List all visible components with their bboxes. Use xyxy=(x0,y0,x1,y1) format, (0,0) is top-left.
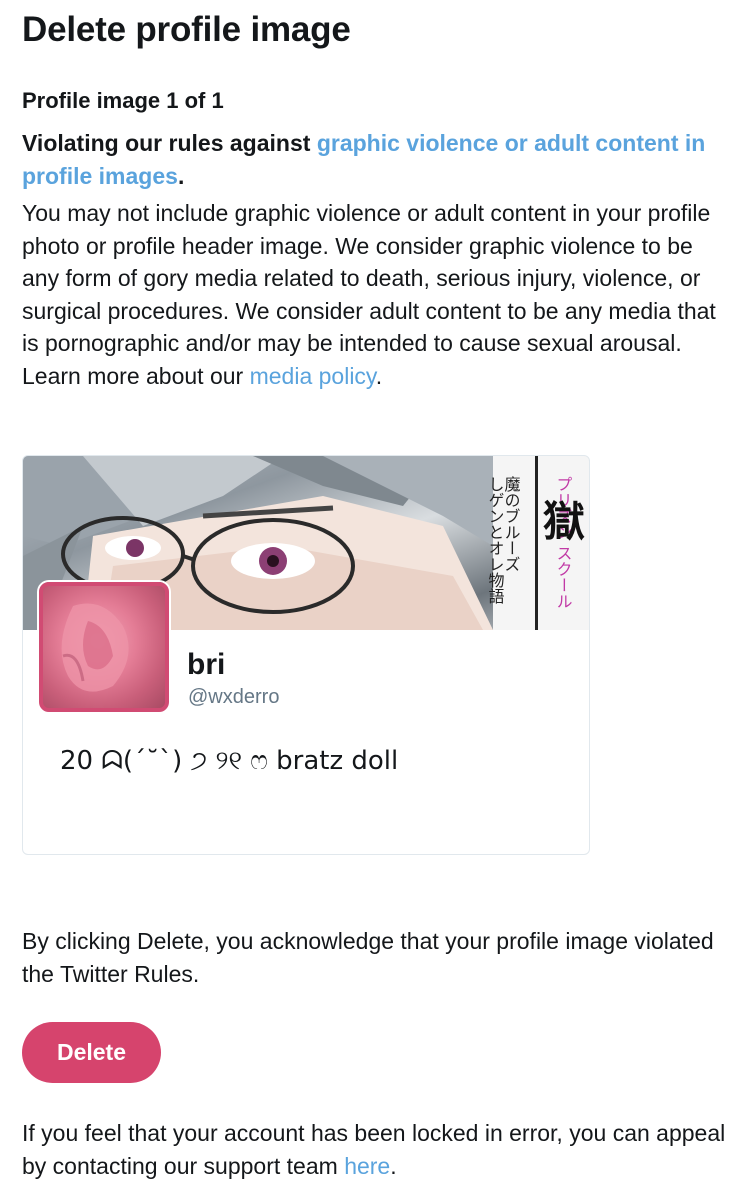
image-counter: Profile image 1 of 1 xyxy=(22,88,224,113)
svg-text:獄: 獄 xyxy=(543,497,585,546)
acknowledge-text: By clicking Delete, you acknowledge that… xyxy=(22,928,714,987)
profile-card: 魔のブルーズ しゲンとオレ物語 プリズン スクール 獄 bri @wxderro… xyxy=(22,455,590,855)
avatar xyxy=(39,582,169,712)
violation-notice: Violating our rules against graphic viol… xyxy=(22,127,722,193)
policy-description: You may not include graphic violence or … xyxy=(22,197,734,393)
policy-body: You may not include graphic violence or … xyxy=(22,200,716,389)
handle: @wxderro xyxy=(188,686,280,708)
avatar-image xyxy=(61,603,129,692)
display-name: bri xyxy=(187,648,226,681)
page-title: Delete profile image xyxy=(22,10,351,49)
bio: 20 ᗣ(´˘`) ੭ ୨୧ ෆ bratz doll xyxy=(60,746,399,776)
media-policy-link[interactable]: media policy xyxy=(250,363,376,389)
support-link[interactable]: here xyxy=(344,1153,390,1179)
delete-button[interactable]: Delete xyxy=(22,1022,161,1083)
violation-suffix: . xyxy=(177,163,185,189)
appeal-text: If you feel that your account has been l… xyxy=(22,1117,734,1182)
policy-suffix: . xyxy=(375,362,383,389)
violation-prefix: Violating our rules against xyxy=(22,130,317,156)
appeal-suffix: . xyxy=(390,1152,397,1179)
svg-text:しゲンとオレ物語: しゲンとオレ物語 xyxy=(486,476,505,604)
